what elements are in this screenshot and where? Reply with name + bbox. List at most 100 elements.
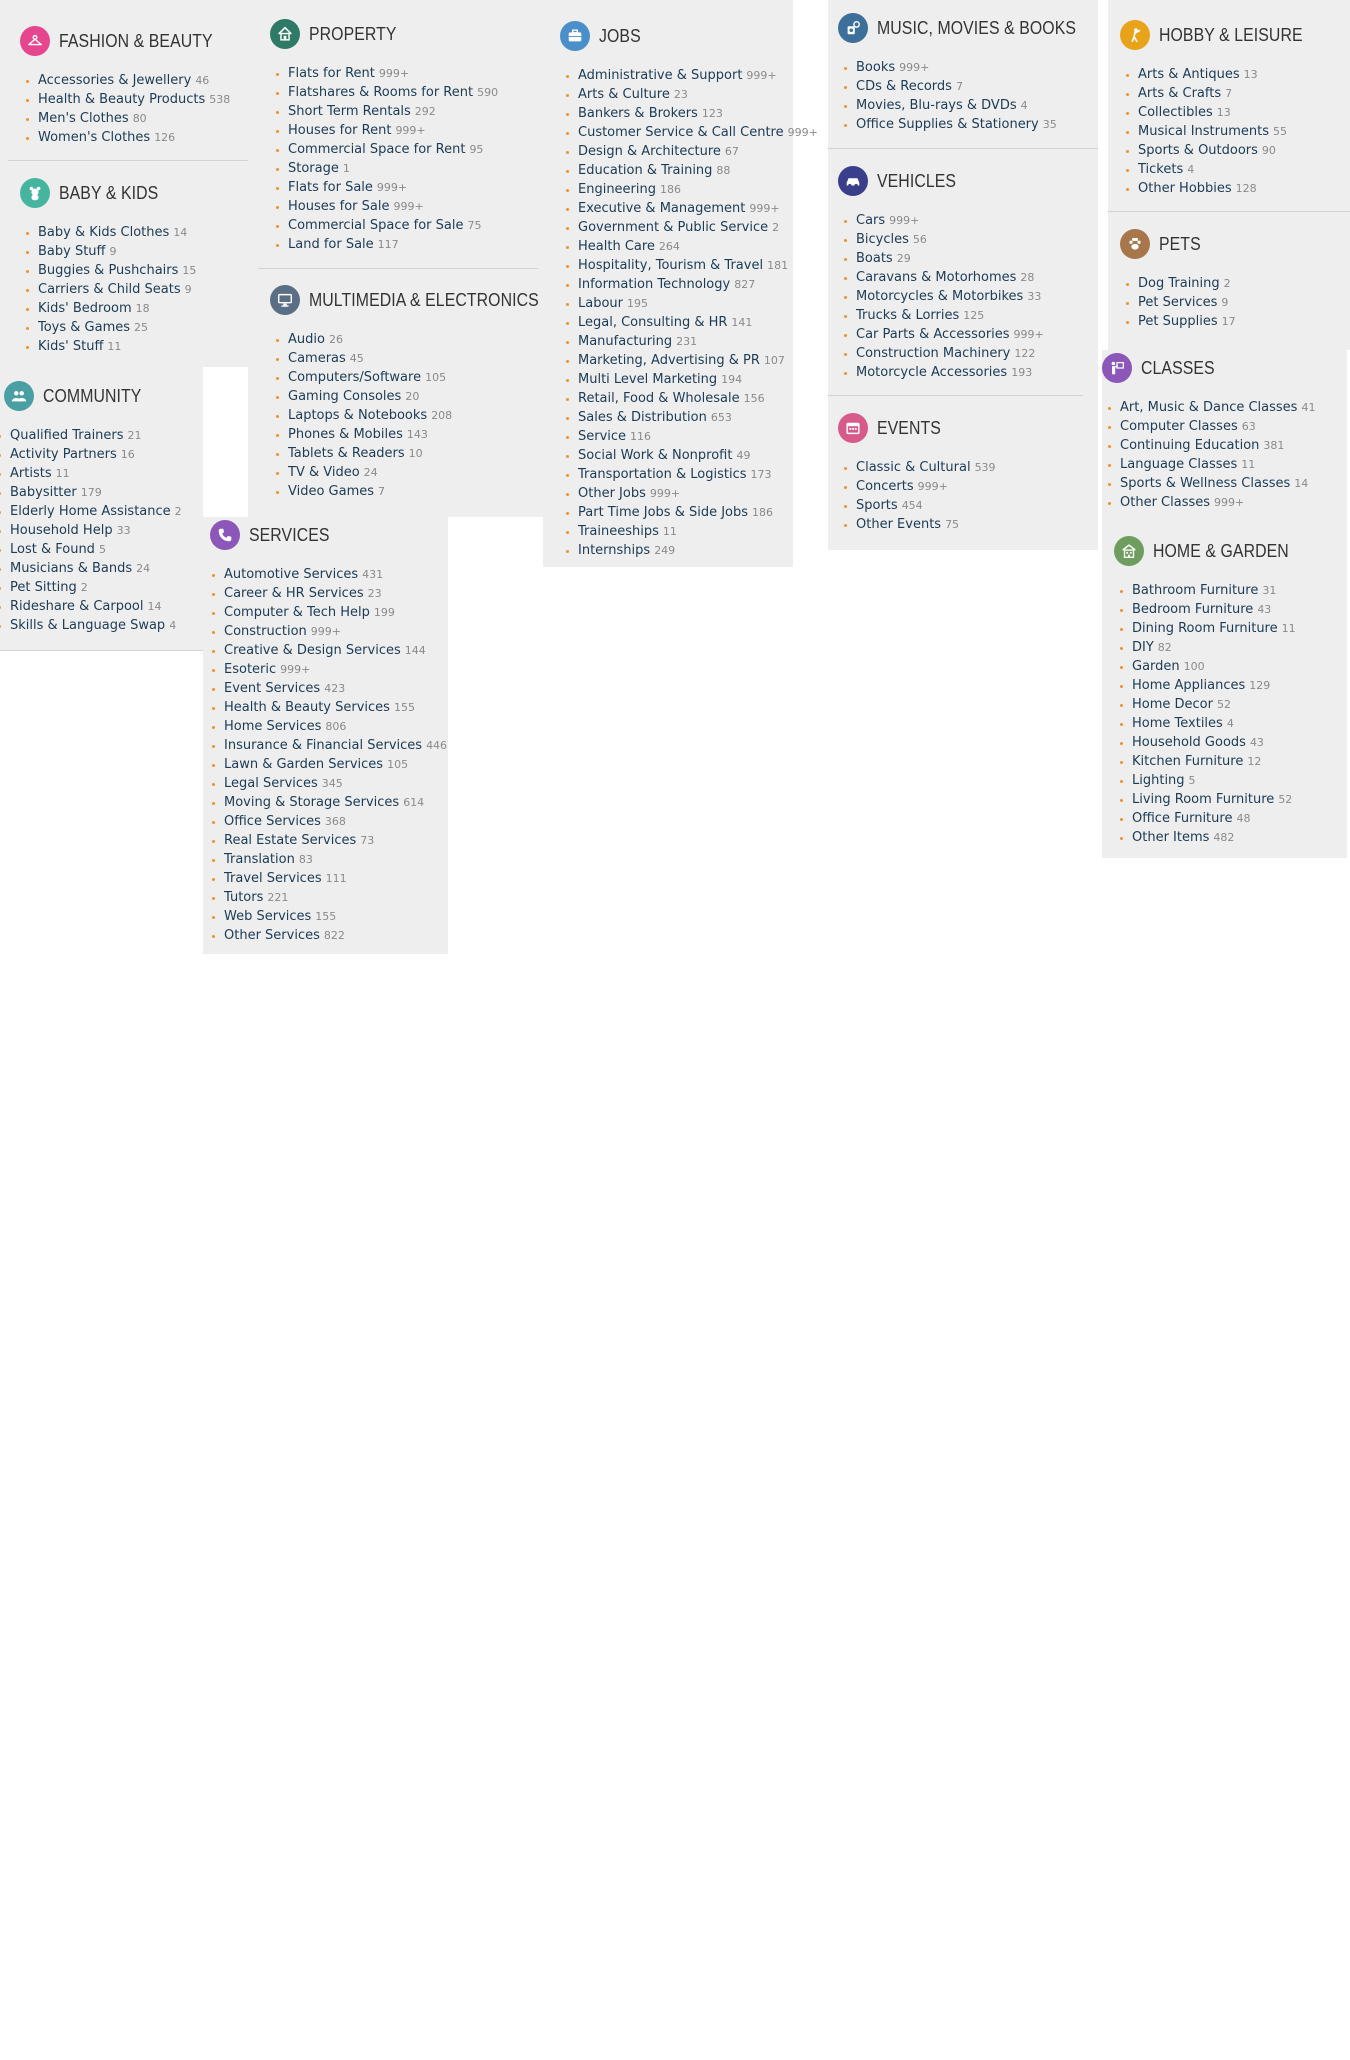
section-header[interactable]: PETS — [1120, 226, 1236, 262]
category-item[interactable]: Hospitality, Tourism & Travel 181 — [560, 256, 818, 275]
category-link[interactable]: Pet Services — [1138, 295, 1217, 310]
category-item[interactable]: Office Furniture 48 — [1114, 809, 1307, 828]
category-link[interactable]: Motorcycles & Motorbikes — [856, 289, 1023, 304]
category-link[interactable]: Customer Service & Call Centre — [578, 125, 784, 140]
category-item[interactable]: Motorcycles & Motorbikes 33 — [838, 287, 1044, 306]
category-item[interactable]: Health & Beauty Services 155 — [206, 698, 447, 717]
category-link[interactable]: Motorcycle Accessories — [856, 365, 1007, 380]
category-link[interactable]: Tickets — [1138, 162, 1183, 177]
category-link[interactable]: Marketing, Advertising & PR — [578, 353, 760, 368]
category-item[interactable]: Trucks & Lorries 125 — [838, 306, 1044, 325]
category-item[interactable]: Kids' Stuff 11 — [20, 337, 196, 356]
category-item[interactable]: Transportation & Logistics 173 — [560, 465, 818, 484]
category-link[interactable]: Home Services — [224, 719, 321, 734]
category-link[interactable]: Musicians & Bands — [10, 561, 132, 576]
section-header[interactable]: MUSIC, MOVIES & BOOKS — [838, 10, 1103, 46]
category-item[interactable]: Arts & Antiques 13 — [1120, 65, 1322, 84]
category-link[interactable]: Pet Supplies — [1138, 314, 1218, 329]
category-item[interactable]: Service 116 — [560, 427, 818, 446]
category-link[interactable]: Office Furniture — [1132, 811, 1232, 826]
category-item[interactable]: Qualified Trainers 21 — [0, 426, 182, 445]
category-item[interactable]: Retail, Food & Wholesale 156 — [560, 389, 818, 408]
category-item[interactable]: Real Estate Services 73 — [206, 831, 447, 850]
category-item[interactable]: Education & Training 88 — [560, 161, 818, 180]
category-item[interactable]: Pet Sitting 2 — [0, 578, 182, 597]
category-item[interactable]: Computer Classes 63 — [1102, 417, 1315, 436]
category-link[interactable]: Event Services — [224, 681, 320, 696]
section-header[interactable]: HOME & GARDEN — [1114, 533, 1307, 569]
category-item[interactable]: Health & Beauty Products 538 — [20, 90, 234, 109]
category-item[interactable]: Customer Service & Call Centre 999+ — [560, 123, 818, 142]
category-link[interactable]: Houses for Rent — [288, 123, 391, 138]
category-item[interactable]: Elderly Home Assistance 2 — [0, 502, 182, 521]
category-item[interactable]: Esoteric 999+ — [206, 660, 447, 679]
category-item[interactable]: Engineering 186 — [560, 180, 818, 199]
category-link[interactable]: Bicycles — [856, 232, 909, 247]
category-link[interactable]: Trucks & Lorries — [856, 308, 959, 323]
category-item[interactable]: Sports & Outdoors 90 — [1120, 141, 1322, 160]
category-item[interactable]: Video Games 7 — [270, 482, 570, 501]
category-link[interactable]: Bankers & Brokers — [578, 106, 698, 121]
category-item[interactable]: Car Parts & Accessories 999+ — [838, 325, 1044, 344]
category-item[interactable]: Tickets 4 — [1120, 160, 1322, 179]
category-item[interactable]: Other Services 822 — [206, 926, 447, 945]
category-link[interactable]: Dog Training — [1138, 276, 1220, 291]
category-link[interactable]: Education & Training — [578, 163, 712, 178]
category-link[interactable]: Hospitality, Tourism & Travel — [578, 258, 763, 273]
category-item[interactable]: Arts & Crafts 7 — [1120, 84, 1322, 103]
category-item[interactable]: Bicycles 56 — [838, 230, 1044, 249]
category-link[interactable]: Activity Partners — [10, 447, 117, 462]
category-link[interactable]: Other Jobs — [578, 486, 646, 501]
section-header[interactable]: CLASSES — [1102, 350, 1315, 386]
section-header[interactable]: VEHICLES — [838, 163, 1044, 199]
category-link[interactable]: Other Hobbies — [1138, 181, 1232, 196]
category-item[interactable]: Sports 454 — [838, 496, 996, 515]
category-link[interactable]: Accessories & Jewellery — [38, 73, 191, 88]
category-item[interactable]: Office Services 368 — [206, 812, 447, 831]
category-link[interactable]: Dining Room Furniture — [1132, 621, 1278, 636]
category-item[interactable]: Computers/Software 105 — [270, 368, 570, 387]
section-header[interactable]: PROPERTY — [270, 16, 498, 52]
category-item[interactable]: Bedroom Furniture 43 — [1114, 600, 1307, 619]
category-link[interactable]: Legal Services — [224, 776, 318, 791]
category-link[interactable]: Flats for Sale — [288, 180, 373, 195]
category-link[interactable]: Lawn & Garden Services — [224, 757, 383, 772]
category-link[interactable]: CDs & Records — [856, 79, 952, 94]
category-link[interactable]: Engineering — [578, 182, 656, 197]
category-item[interactable]: Gaming Consoles 20 — [270, 387, 570, 406]
category-item[interactable]: Classic & Cultural 539 — [838, 458, 996, 477]
category-link[interactable]: Computer & Tech Help — [224, 605, 370, 620]
category-item[interactable]: Laptops & Notebooks 208 — [270, 406, 570, 425]
category-link[interactable]: Carriers & Child Seats — [38, 282, 181, 297]
category-item[interactable]: Flats for Rent 999+ — [270, 64, 498, 83]
category-item[interactable]: Other Classes 999+ — [1102, 493, 1315, 512]
category-link[interactable]: Cameras — [288, 351, 346, 366]
category-link[interactable]: Home Textiles — [1132, 716, 1223, 731]
category-item[interactable]: Government & Public Service 2 — [560, 218, 818, 237]
category-item[interactable]: Career & HR Services 23 — [206, 584, 447, 603]
category-link[interactable]: Multi Level Marketing — [578, 372, 717, 387]
category-item[interactable]: Women's Clothes 126 — [20, 128, 234, 147]
category-item[interactable]: Books 999+ — [838, 58, 1103, 77]
category-item[interactable]: Musical Instruments 55 — [1120, 122, 1322, 141]
category-item[interactable]: Motorcycle Accessories 193 — [838, 363, 1044, 382]
category-link[interactable]: Real Estate Services — [224, 833, 356, 848]
category-link[interactable]: Tutors — [224, 890, 263, 905]
category-item[interactable]: Language Classes 11 — [1102, 455, 1315, 474]
category-link[interactable]: Moving & Storage Services — [224, 795, 399, 810]
category-item[interactable]: Manufacturing 231 — [560, 332, 818, 351]
category-item[interactable]: Cameras 45 — [270, 349, 570, 368]
category-item[interactable]: Lawn & Garden Services 105 — [206, 755, 447, 774]
category-link[interactable]: Kitchen Furniture — [1132, 754, 1243, 769]
category-item[interactable]: Arts & Culture 23 — [560, 85, 818, 104]
category-item[interactable]: Storage 1 — [270, 159, 498, 178]
category-link[interactable]: Retail, Food & Wholesale — [578, 391, 740, 406]
category-link[interactable]: Rideshare & Carpool — [10, 599, 144, 614]
category-item[interactable]: Carriers & Child Seats 9 — [20, 280, 196, 299]
category-link[interactable]: Men's Clothes — [38, 111, 129, 126]
category-item[interactable]: Baby Stuff 9 — [20, 242, 196, 261]
category-link[interactable]: Esoteric — [224, 662, 276, 677]
category-item[interactable]: Office Supplies & Stationery 35 — [838, 115, 1103, 134]
category-item[interactable]: Babysitter 179 — [0, 483, 182, 502]
category-link[interactable]: Travel Services — [224, 871, 322, 886]
